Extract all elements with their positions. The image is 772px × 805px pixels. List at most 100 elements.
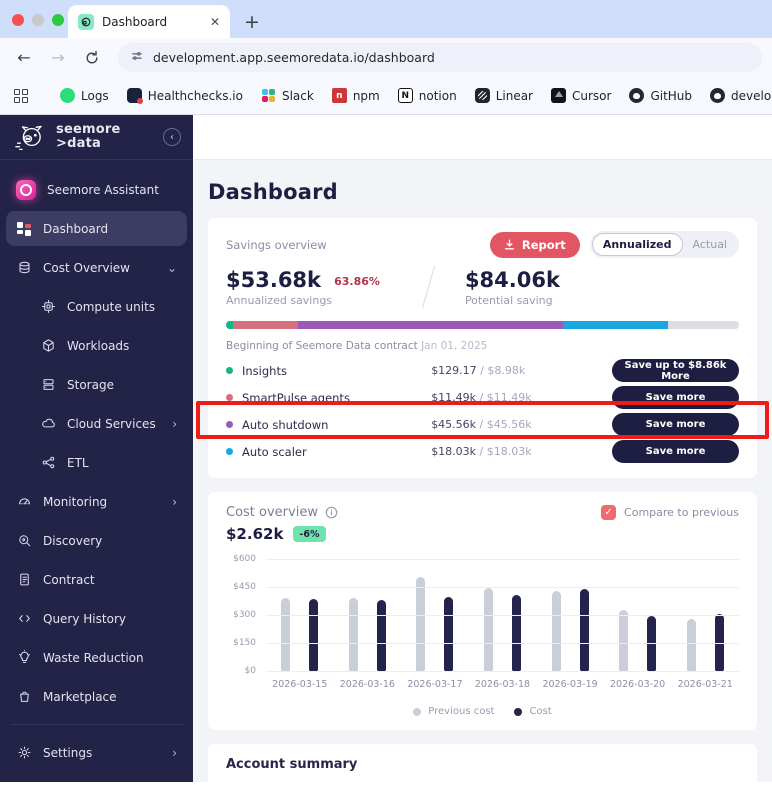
settings-icon [16,745,32,760]
series-dot [226,394,233,401]
savings-row-amount: $129.17 / $8.98k [431,364,526,377]
bar-previous-cost[interactable] [416,577,426,671]
cost-overview-title: Cost overview [226,505,318,520]
cloud-icon [40,416,56,431]
sidebar-item-label: Contract [43,572,95,587]
legend-cost[interactable]: Cost [514,706,552,717]
minimize-window-button[interactable] [32,14,44,26]
progress-segment-auto-shutdown [297,321,563,329]
bar-previous-cost[interactable] [619,610,629,671]
sidebar-item-cost-overview[interactable]: Cost Overview ⌄ [6,250,187,285]
toggle-annualized[interactable]: Annualized [591,233,683,256]
legend-previous-cost[interactable]: Previous cost [413,706,494,717]
savings-row-label: Auto scaler [242,444,307,459]
annualized-savings-block: $53.68k 63.86% Annualized savings [226,268,380,307]
sidebar-item-workloads[interactable]: Workloads [6,328,187,363]
sidebar-item-query-history[interactable]: Query History [6,601,187,636]
progress-segment-smartpulse-agents [232,321,298,329]
sidebar-item-contract[interactable]: Contract [6,562,187,597]
savings-row-amount: $18.03k / $18.03k [431,445,532,458]
bookmark-developers[interactable]: developers [704,85,772,106]
bar-cost[interactable] [511,595,521,671]
close-window-button[interactable] [12,14,24,26]
sidebar-item-storage[interactable]: Storage [6,367,187,402]
browser-tab[interactable]: Dashboard ✕ [68,5,230,38]
annualized-savings-value: $53.68k [226,267,322,292]
sidebar-item-seemore-assistant[interactable]: Seemore Assistant [6,172,187,207]
annualized-actual-toggle: Annualized Actual [589,231,739,258]
chevron-right-icon: › [172,494,177,509]
report-button[interactable]: Report [489,231,580,258]
tab-close-icon[interactable]: ✕ [210,15,220,29]
sidebar-item-label: Marketplace [43,689,117,704]
save-more-button[interactable]: Save more [612,413,739,436]
address-bar[interactable]: development.app.seemoredata.io/dashboard [118,43,762,72]
potential-saving-block: $84.06k Potential saving [465,268,560,307]
legend-dot [514,707,523,716]
sidebar-item-dashboard[interactable]: Dashboard [6,211,187,246]
bar-cost[interactable] [579,589,589,671]
github-icon [629,88,645,103]
sidebar-item-label: Cloud Services [67,416,156,431]
savings-row-label: Insights [242,363,287,378]
app-topbar [193,115,772,160]
discovery-icon [16,533,32,548]
sidebar-item-label: Storage [67,377,114,392]
sidebar-item-etl[interactable]: ETL [6,445,187,480]
sidebar-item-cloud-services[interactable]: Cloud Services › [6,406,187,441]
bar-previous-cost[interactable] [686,619,696,671]
bookmark-logs[interactable]: Logs [54,85,115,106]
bookmark-notion[interactable]: Nnotion [392,85,463,106]
reload-button[interactable] [78,44,106,72]
bar-previous-cost[interactable] [483,588,493,671]
site-settings-icon[interactable] [130,48,144,67]
bookmark-github[interactable]: GitHub [623,85,698,106]
gridline [266,587,739,588]
save-more-button[interactable]: Save up to $8.86k More [612,359,739,382]
sidebar-item-label: Query History [43,611,126,626]
toggle-actual[interactable]: Actual [683,233,737,256]
apps-grid-icon[interactable] [14,88,28,103]
sidebar-item-label: Monitoring [43,494,108,509]
sidebar-item-waste-reduction[interactable]: Waste Reduction [6,640,187,675]
bar-previous-cost[interactable] [281,598,291,671]
bar-cost[interactable] [376,600,386,671]
bookmark-cursor[interactable]: Cursor [545,85,617,106]
bar-previous-cost[interactable] [348,598,358,671]
savings-row-auto-scaler: Auto scaler $18.03k / $18.03k Save more [226,438,739,465]
savings-row-label: SmartPulse agents [242,390,350,405]
sidebar-item-monitoring[interactable]: Monitoring › [6,484,187,519]
x-axis-label: 2026-03-15 [272,679,328,690]
x-axis-label: 2026-03-16 [339,679,395,690]
bookmark-npm[interactable]: n npm [326,85,386,106]
npm-icon: n [331,88,347,103]
y-axis-tick: $150 [233,638,256,648]
sidebar-item-settings[interactable]: Settings › [6,735,187,770]
download-icon [504,239,514,250]
notion-icon: N [397,88,413,103]
save-more-button[interactable]: Save more [612,386,739,409]
save-more-button[interactable]: Save more [612,440,739,463]
chevron-right-icon: › [172,745,177,760]
maximize-window-button[interactable] [52,14,64,26]
cost-delta-badge: -6% [293,526,326,542]
bookmark-slack[interactable]: Slack [255,85,320,106]
sidebar-item-marketplace[interactable]: Marketplace [6,679,187,714]
compare-checkbox[interactable]: ✓ [601,505,617,520]
annualized-savings-caption: Annualized savings [226,293,333,307]
info-icon[interactable] [325,506,338,519]
bar-cost[interactable] [444,597,454,671]
assistant-icon [16,179,36,200]
bar-previous-cost[interactable] [551,591,561,671]
progress-segment-insights [226,321,233,329]
bar-cost[interactable] [309,599,319,671]
forward-button[interactable]: → [44,44,72,72]
new-tab-button[interactable]: + [244,13,260,32]
back-button[interactable]: ← [10,44,38,72]
bookmark-healthchecks-io[interactable]: Healthchecks.io [121,85,249,106]
sidebar-item-discovery[interactable]: Discovery [6,523,187,558]
sidebar-item-compute-units[interactable]: Compute units [6,289,187,324]
gridline [266,671,739,672]
bookmark-linear[interactable]: Linear [469,85,539,106]
sidebar-collapse-button[interactable]: ‹ [163,128,181,146]
